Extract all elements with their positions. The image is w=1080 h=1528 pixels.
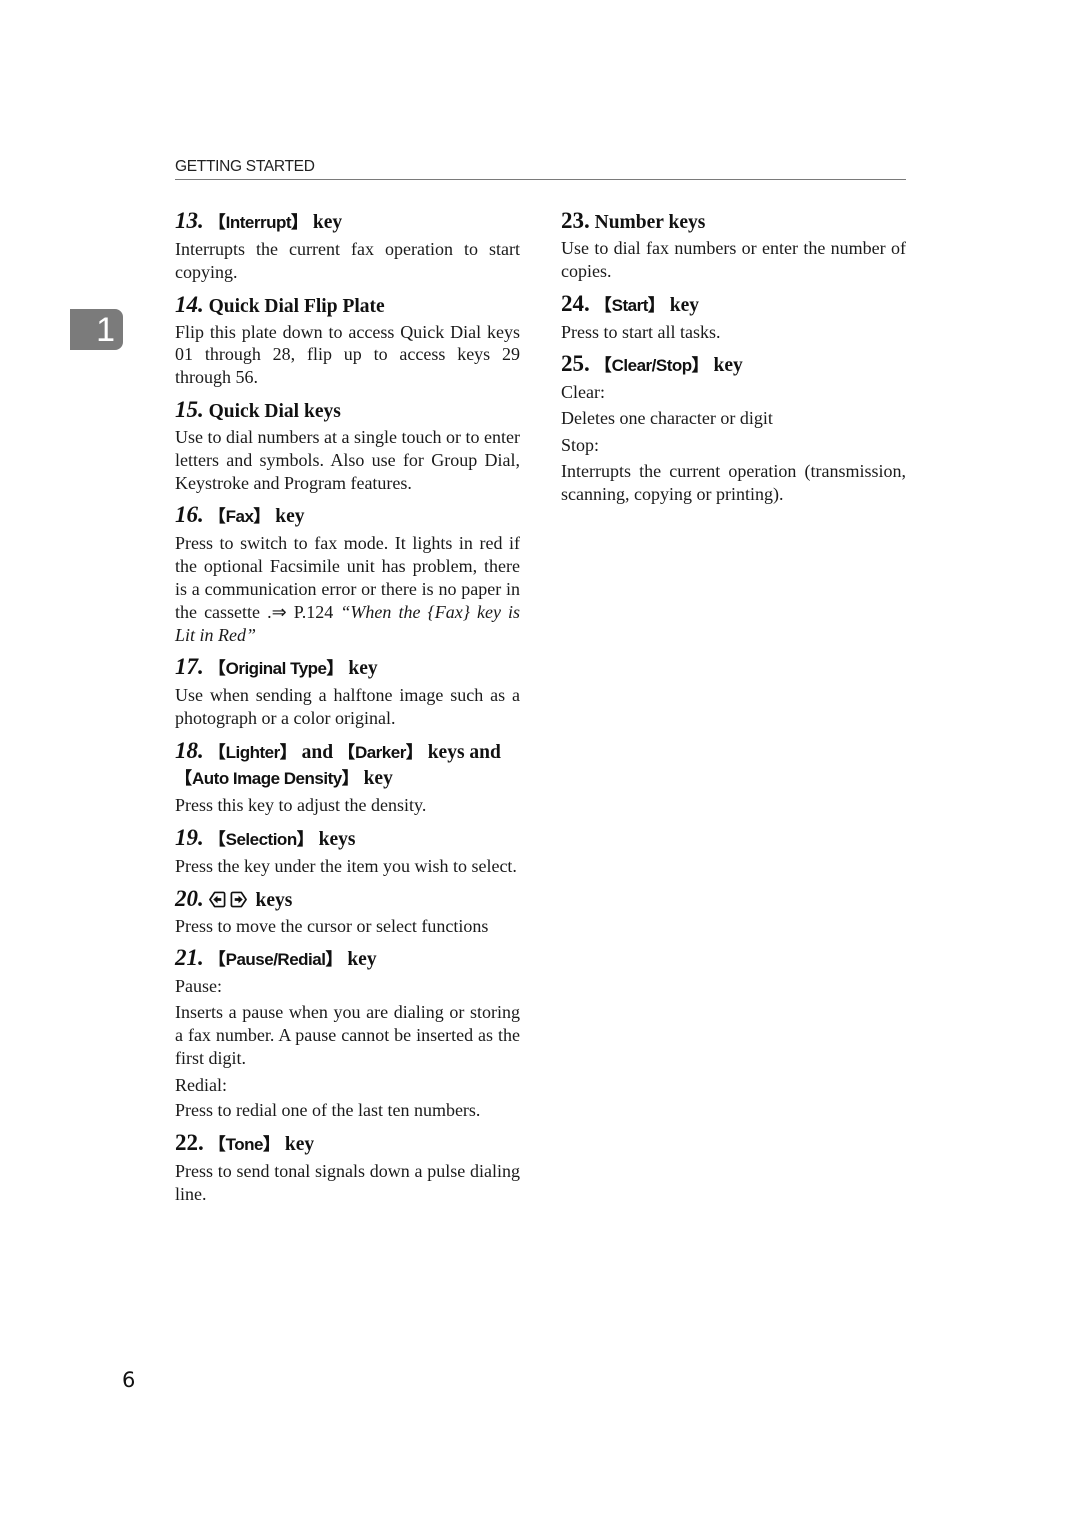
key-name: Clear/Stop [611,356,693,376]
sub-label: Pause: [175,976,222,997]
section-body: Press to send tonal signals down a pulse… [175,1161,520,1204]
section-24: 24. 【Start】 key Press to start all tasks… [561,291,906,344]
section-body: Interrupts the current operation (transm… [561,460,906,504]
section-heading: 25. 【Clear/Stop】 key [561,351,743,377]
section-heading: 20. keys [175,885,293,911]
sub-label: Clear: [561,382,605,403]
section-body: Press to start all tasks. [561,321,721,342]
section-body: Use when sending a halftone image such a… [175,685,520,729]
section-18: 18. 【Lighter】 and 【Darker】 keys and 【Aut… [175,738,520,817]
section-heading: 18. 【Lighter】 and 【Darker】 keys and 【Aut… [175,737,501,789]
section-body: Press to move the cursor or select funct… [175,915,489,936]
key-name: Interrupt [225,213,292,232]
section-15: 15. Quick Dial keys Use to dial numbers … [175,397,520,494]
key-name: Original Type [225,659,327,679]
section-19: 19. 【Selection】 keys Press the key under… [175,825,520,878]
section-heading: 23. Number keys [561,208,706,233]
section-body: Press to redial one of the last ten numb… [175,1100,481,1121]
section-heading: 21. 【Pause/Redial】 key [175,945,377,971]
section-body: Deletes one character or digit [561,408,773,429]
section-title: GETTING STARTED [175,158,315,175]
chapter-number: 1 [96,310,115,349]
section-heading: 17. 【Original Type】 key [175,654,378,680]
section-body: Use to dial numbers at a single touch or… [175,426,520,493]
section-20: 20. keys Press to move the cursor or sel… [175,886,520,938]
section-body: Use to dial fax numbers or enter the num… [561,238,906,281]
section-heading: 16. 【Fax】 key [175,502,305,528]
key-name: Tone [225,1135,264,1155]
section-heading: 15. Quick Dial keys [175,396,341,422]
right-column: 23. Number keys Use to dial fax numbers … [561,208,906,513]
key-name: Darker [354,742,406,762]
key-name: Selection [225,829,298,849]
running-header: GETTING STARTED [175,157,906,180]
sub-label: Redial: [175,1074,227,1095]
section-21: 21. 【Pause/Redial】 key Pause: Inserts a … [175,945,520,1122]
right-arrow-key-icon [230,891,247,907]
section-14: 14. Quick Dial Flip Plate Flip this plat… [175,292,520,389]
key-name: Fax [225,507,254,527]
section-25: 25. 【Clear/Stop】 key Clear: Deletes one … [561,351,906,505]
section-23: 23. Number keys Use to dial fax numbers … [561,208,906,283]
key-name: Pause/Redial [225,950,326,970]
key-name: Lighter [225,742,281,762]
section-body: Flip this plate down to access Quick Dia… [175,321,520,388]
key-name: Auto Image Density [192,768,342,788]
section-body: Press the key under the item you wish to… [175,855,517,876]
left-column: 13. 【Interrupt】 key Interrupts the curre… [175,208,520,1214]
section-16: 16. 【Fax】 key Press to switch to fax mod… [175,502,520,646]
key-name: Start [611,295,649,315]
page-number: 6 [122,1368,136,1392]
section-body: Interrupts the current fax operation to … [175,239,520,282]
sub-label: Stop: [561,434,600,455]
section-body: Press this key to adjust the density. [175,794,427,815]
chapter-tab: 1 [70,309,123,350]
section-heading: 19. 【Selection】 keys [175,824,356,850]
section-body: Press to switch to fax mode. It lights i… [175,533,521,645]
left-arrow-key-icon [208,891,226,907]
section-22: 22. 【Tone】 key Press to send tonal signa… [175,1130,520,1206]
section-heading: 13. 【Interrupt】 key [175,208,343,233]
section-17: 17. 【Original Type】 key Use when sending… [175,654,520,730]
section-heading: 14. Quick Dial Flip Plate [175,291,385,317]
section-body: Inserts a pause when you are dialing or … [175,1002,520,1068]
section-heading: 24. 【Start】 key [561,290,699,316]
section-heading: 22. 【Tone】 key [175,1130,315,1156]
section-13: 13. 【Interrupt】 key Interrupts the curre… [175,208,520,284]
